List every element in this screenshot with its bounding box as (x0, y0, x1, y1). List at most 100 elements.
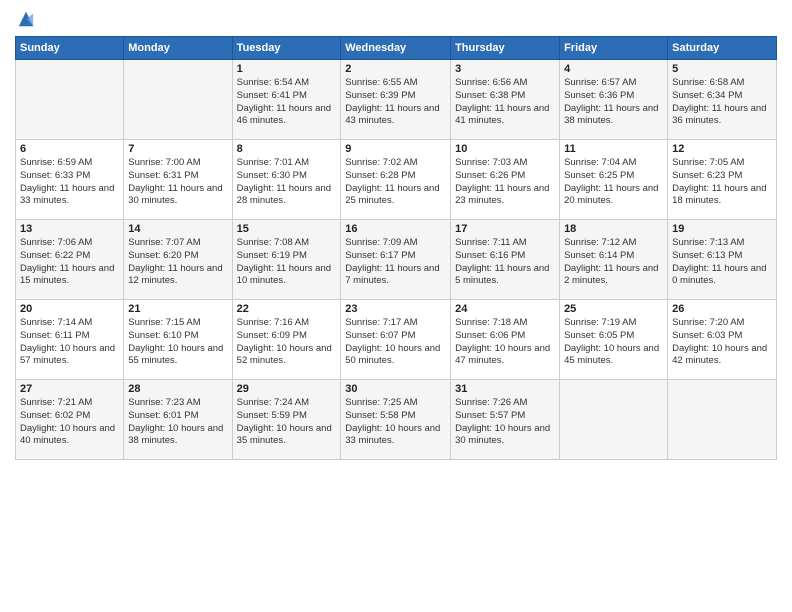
calendar-cell: 12 Sunrise: 7:05 AM Sunset: 6:23 PM Dayli… (668, 140, 777, 220)
day-info: Sunrise: 7:14 AM Sunset: 6:11 PM Dayligh… (20, 317, 119, 368)
calendar-cell (560, 380, 668, 460)
day-number: 8 (237, 143, 337, 155)
day-info: Sunrise: 6:55 AM Sunset: 6:39 PM Dayligh… (345, 77, 446, 128)
day-info: Sunrise: 7:24 AM Sunset: 5:59 PM Dayligh… (237, 397, 337, 448)
day-number: 24 (455, 303, 555, 315)
logo (15, 10, 35, 28)
day-info: Sunrise: 7:12 AM Sunset: 6:14 PM Dayligh… (564, 237, 663, 288)
calendar-cell: 4 Sunrise: 6:57 AM Sunset: 6:36 PM Daylig… (560, 60, 668, 140)
day-number: 17 (455, 223, 555, 235)
calendar-cell: 24 Sunrise: 7:18 AM Sunset: 6:06 PM Dayli… (451, 300, 560, 380)
header-day-wednesday: Wednesday (341, 37, 451, 60)
calendar-cell: 9Sunrise: 7:02 AM Sunset: 6:28 PM Daylig… (341, 140, 451, 220)
week-row-2: 6 Sunrise: 6:59 AM Sunset: 6:33 PM Daylig… (16, 140, 777, 220)
day-number: 11 (564, 143, 663, 155)
day-number: 28 (128, 383, 227, 395)
calendar-cell (124, 60, 232, 140)
day-info: Sunrise: 7:25 AM Sunset: 5:58 PM Dayligh… (345, 397, 446, 448)
day-info: Sunrise: 7:26 AM Sunset: 5:57 PM Dayligh… (455, 397, 555, 448)
day-number: 16 (345, 223, 446, 235)
day-info: Sunrise: 7:11 AM Sunset: 6:16 PM Dayligh… (455, 237, 555, 288)
day-number: 2 (345, 63, 446, 75)
day-number: 20 (20, 303, 119, 315)
day-info: Sunrise: 6:58 AM Sunset: 6:34 PM Dayligh… (672, 77, 772, 128)
day-info: Sunrise: 7:16 AM Sunset: 6:09 PM Dayligh… (237, 317, 337, 368)
header-day-monday: Monday (124, 37, 232, 60)
day-number: 21 (128, 303, 227, 315)
day-number: 15 (237, 223, 337, 235)
day-number: 14 (128, 223, 227, 235)
calendar-cell: 8 Sunrise: 7:01 AM Sunset: 6:30 PM Daylig… (232, 140, 341, 220)
calendar-cell: 25Sunrise: 7:19 AM Sunset: 6:05 PM Dayli… (560, 300, 668, 380)
calendar-cell: 21 Sunrise: 7:15 AM Sunset: 6:10 PM Dayli… (124, 300, 232, 380)
day-info: Sunrise: 7:21 AM Sunset: 6:02 PM Dayligh… (20, 397, 119, 448)
calendar-cell: 18 Sunrise: 7:12 AM Sunset: 6:14 PM Dayli… (560, 220, 668, 300)
day-number: 12 (672, 143, 772, 155)
calendar-cell: 11 Sunrise: 7:04 AM Sunset: 6:25 PM Dayli… (560, 140, 668, 220)
day-info: Sunrise: 7:06 AM Sunset: 6:22 PM Dayligh… (20, 237, 119, 288)
day-number: 6 (20, 143, 119, 155)
day-number: 4 (564, 63, 663, 75)
day-number: 25 (564, 303, 663, 315)
day-number: 10 (455, 143, 555, 155)
calendar-cell: 30 Sunrise: 7:25 AM Sunset: 5:58 PM Dayli… (341, 380, 451, 460)
day-number: 18 (564, 223, 663, 235)
calendar-cell: 28 Sunrise: 7:23 AM Sunset: 6:01 PM Dayli… (124, 380, 232, 460)
week-row-4: 20 Sunrise: 7:14 AM Sunset: 6:11 PM Dayli… (16, 300, 777, 380)
day-info: Sunrise: 7:07 AM Sunset: 6:20 PM Dayligh… (128, 237, 227, 288)
day-info: Sunrise: 7:04 AM Sunset: 6:25 PM Dayligh… (564, 157, 663, 208)
header-day-sunday: Sunday (16, 37, 124, 60)
header-day-tuesday: Tuesday (232, 37, 341, 60)
calendar-cell (16, 60, 124, 140)
day-number: 5 (672, 63, 772, 75)
calendar-table: SundayMondayTuesdayWednesdayThursdayFrid… (15, 36, 777, 460)
calendar-cell: 20 Sunrise: 7:14 AM Sunset: 6:11 PM Dayli… (16, 300, 124, 380)
calendar-cell: 10 Sunrise: 7:03 AM Sunset: 6:26 PM Dayli… (451, 140, 560, 220)
week-row-3: 13 Sunrise: 7:06 AM Sunset: 6:22 PM Dayli… (16, 220, 777, 300)
week-row-1: 1 Sunrise: 6:54 AM Sunset: 6:41 PM Daylig… (16, 60, 777, 140)
calendar-cell (668, 380, 777, 460)
calendar-cell: 15 Sunrise: 7:08 AM Sunset: 6:19 PM Dayli… (232, 220, 341, 300)
week-row-5: 27Sunrise: 7:21 AM Sunset: 6:02 PM Dayli… (16, 380, 777, 460)
calendar-cell: 19Sunrise: 7:13 AM Sunset: 6:13 PM Dayli… (668, 220, 777, 300)
calendar-cell: 29 Sunrise: 7:24 AM Sunset: 5:59 PM Dayli… (232, 380, 341, 460)
calendar-cell: 23Sunrise: 7:17 AM Sunset: 6:07 PM Dayli… (341, 300, 451, 380)
calendar-cell: 27Sunrise: 7:21 AM Sunset: 6:02 PM Dayli… (16, 380, 124, 460)
header-day-saturday: Saturday (668, 37, 777, 60)
calendar-cell: 31 Sunrise: 7:26 AM Sunset: 5:57 PM Dayli… (451, 380, 560, 460)
day-info: Sunrise: 6:56 AM Sunset: 6:38 PM Dayligh… (455, 77, 555, 128)
calendar-cell: 6 Sunrise: 6:59 AM Sunset: 6:33 PM Daylig… (16, 140, 124, 220)
day-number: 3 (455, 63, 555, 75)
day-info: Sunrise: 7:02 AM Sunset: 6:28 PM Dayligh… (345, 157, 446, 208)
day-info: Sunrise: 7:15 AM Sunset: 6:10 PM Dayligh… (128, 317, 227, 368)
day-info: Sunrise: 7:20 AM Sunset: 6:03 PM Dayligh… (672, 317, 772, 368)
day-number: 30 (345, 383, 446, 395)
header-row: SundayMondayTuesdayWednesdayThursdayFrid… (16, 37, 777, 60)
day-info: Sunrise: 7:08 AM Sunset: 6:19 PM Dayligh… (237, 237, 337, 288)
day-info: Sunrise: 7:23 AM Sunset: 6:01 PM Dayligh… (128, 397, 227, 448)
day-number: 29 (237, 383, 337, 395)
page: SundayMondayTuesdayWednesdayThursdayFrid… (0, 0, 792, 612)
calendar-cell: 5 Sunrise: 6:58 AM Sunset: 6:34 PM Daylig… (668, 60, 777, 140)
day-info: Sunrise: 7:03 AM Sunset: 6:26 PM Dayligh… (455, 157, 555, 208)
day-number: 1 (237, 63, 337, 75)
day-info: Sunrise: 7:09 AM Sunset: 6:17 PM Dayligh… (345, 237, 446, 288)
calendar-cell: 7Sunrise: 7:00 AM Sunset: 6:31 PM Daylig… (124, 140, 232, 220)
calendar-cell: 26Sunrise: 7:20 AM Sunset: 6:03 PM Dayli… (668, 300, 777, 380)
calendar-cell: 1 Sunrise: 6:54 AM Sunset: 6:41 PM Daylig… (232, 60, 341, 140)
calendar-cell: 16 Sunrise: 7:09 AM Sunset: 6:17 PM Dayli… (341, 220, 451, 300)
day-info: Sunrise: 6:57 AM Sunset: 6:36 PM Dayligh… (564, 77, 663, 128)
day-number: 7 (128, 143, 227, 155)
day-info: Sunrise: 6:54 AM Sunset: 6:41 PM Dayligh… (237, 77, 337, 128)
day-number: 13 (20, 223, 119, 235)
day-info: Sunrise: 7:01 AM Sunset: 6:30 PM Dayligh… (237, 157, 337, 208)
day-info: Sunrise: 7:05 AM Sunset: 6:23 PM Dayligh… (672, 157, 772, 208)
day-number: 31 (455, 383, 555, 395)
calendar-cell: 14 Sunrise: 7:07 AM Sunset: 6:20 PM Dayli… (124, 220, 232, 300)
calendar-cell: 22Sunrise: 7:16 AM Sunset: 6:09 PM Dayli… (232, 300, 341, 380)
calendar-cell: 2 Sunrise: 6:55 AM Sunset: 6:39 PM Daylig… (341, 60, 451, 140)
header (15, 10, 777, 28)
day-info: Sunrise: 7:18 AM Sunset: 6:06 PM Dayligh… (455, 317, 555, 368)
day-info: Sunrise: 6:59 AM Sunset: 6:33 PM Dayligh… (20, 157, 119, 208)
day-info: Sunrise: 7:13 AM Sunset: 6:13 PM Dayligh… (672, 237, 772, 288)
